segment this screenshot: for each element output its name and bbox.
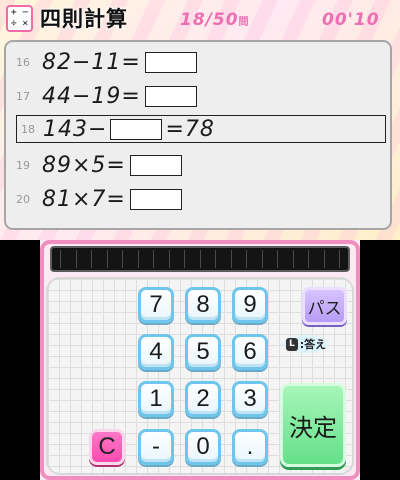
question-row: 19 89×5= xyxy=(16,151,182,179)
divide-symbol: ÷ xyxy=(10,18,17,30)
question-row: 16 82−11= xyxy=(16,48,197,76)
answer-box xyxy=(144,51,197,73)
question-expression-left: 143− xyxy=(43,116,108,142)
question-row: 17 44−19= xyxy=(16,82,197,110)
question-number: 18 xyxy=(21,122,35,136)
question-row-active: 18 143− =78 xyxy=(16,115,386,143)
top-screen: + − ÷ × 四則計算 18/50問 00'10 16 82−11= 17 4… xyxy=(0,0,400,240)
question-progress: 18/50問 xyxy=(180,10,250,30)
question-expression: 44−19= xyxy=(42,83,141,109)
progress-unit: 問 xyxy=(238,17,250,28)
header-bar: + − ÷ × 四則計算 18/50問 00'10 xyxy=(0,0,400,40)
question-expression-right: =78 xyxy=(165,116,215,142)
answer-box xyxy=(144,85,197,107)
question-expression: 81×7= xyxy=(42,186,126,212)
multiply-symbol: × xyxy=(22,18,29,30)
elapsed-timer: 00'10 xyxy=(322,10,380,30)
question-number: 16 xyxy=(16,55,30,69)
question-expression: 82−11= xyxy=(42,49,141,75)
answer-box xyxy=(129,188,182,210)
arithmetic-operators-icon: + − ÷ × xyxy=(6,5,33,32)
page-title: 四則計算 xyxy=(40,7,128,31)
progress-count: 18/50 xyxy=(180,10,239,30)
bottom-screen-border xyxy=(40,240,360,480)
question-number: 17 xyxy=(16,89,30,103)
answer-blank xyxy=(110,118,163,140)
plus-symbol: + xyxy=(10,6,17,18)
question-list-panel: 16 82−11= 17 44−19= 18 143− =78 19 89×5=… xyxy=(4,40,392,230)
answer-box xyxy=(129,154,182,176)
minus-symbol: − xyxy=(22,6,29,18)
bottom-screen: 7 8 9 4 5 6 1 2 3 C - 0 . パス L:答え 決定 xyxy=(40,240,360,480)
question-number: 19 xyxy=(16,158,30,172)
question-number: 20 xyxy=(16,192,30,206)
question-row: 20 81×7= xyxy=(16,185,182,213)
question-expression: 89×5= xyxy=(42,152,126,178)
